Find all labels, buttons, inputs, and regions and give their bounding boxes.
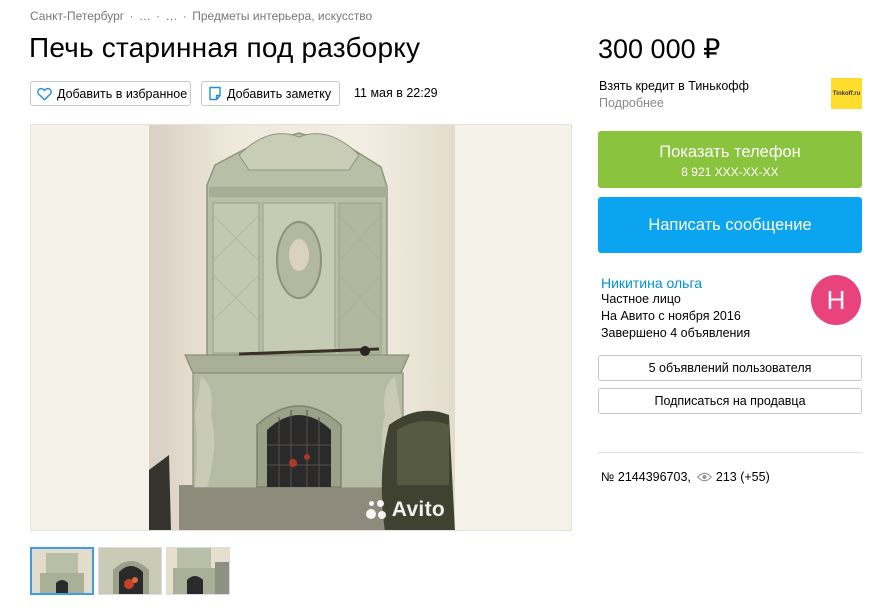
views-count: 213 (+55): [715, 470, 770, 484]
show-phone-label: Показать телефон: [659, 143, 801, 161]
breadcrumb-separator: ·: [156, 9, 161, 23]
thumbnail-3[interactable]: [166, 547, 230, 595]
seller-info: Частное лицо На Авито с ноября 2016 Заве…: [601, 291, 750, 342]
watermark: Avito: [365, 498, 445, 522]
listing-stats: № 2144396703, 213 (+55): [601, 470, 770, 484]
page-title: Печь старинная под разборку: [29, 32, 421, 63]
photo-gallery[interactable]: Avito: [30, 124, 572, 531]
breadcrumb-separator: ·: [182, 9, 187, 23]
phone-masked: 8 921 XXX-XX-XX: [681, 165, 779, 179]
credit-more-link[interactable]: Подробнее: [599, 95, 749, 112]
write-message-button[interactable]: Написать сообщение: [598, 197, 862, 253]
watermark-text: Avito: [391, 498, 445, 521]
thumbnail-1[interactable]: [30, 547, 94, 595]
breadcrumb: Санкт-Петербург · … · … · Предметы интер…: [30, 9, 372, 23]
seller-since: На Авито с ноября 2016: [601, 309, 741, 323]
thumbnail-1-image: [32, 549, 92, 593]
breadcrumb-city[interactable]: Санкт-Петербург: [30, 9, 124, 23]
main-photo[interactable]: Avito: [149, 125, 455, 530]
listing-number: № 2144396703,: [601, 470, 691, 484]
thumbnail-3-image: [167, 548, 229, 594]
avito-logo-icon: [365, 499, 387, 521]
note-icon: [209, 86, 221, 101]
seller-type: Частное лицо: [601, 292, 681, 306]
user-ads-button[interactable]: 5 объявлений пользователя: [598, 355, 862, 381]
add-to-favorites-label: Добавить в избранное: [57, 86, 188, 101]
seller-completed: Завершено 4 объявления: [601, 326, 751, 340]
breadcrumb-separator: ·: [129, 9, 134, 23]
add-note-button[interactable]: Добавить заметку: [201, 81, 340, 106]
thumbnail-2[interactable]: [98, 547, 162, 595]
post-date: 11 мая в 22:29: [354, 86, 438, 100]
credit-label[interactable]: Взять кредит в Тинькофф: [599, 79, 749, 93]
credit-offer: Взять кредит в Тинькофф Подробнее: [599, 78, 749, 112]
subscribe-seller-button[interactable]: Подписаться на продавца: [598, 388, 862, 414]
eye-icon: [696, 472, 712, 482]
thumbnail-strip: [30, 547, 230, 595]
show-phone-button[interactable]: Показать телефон 8 921 XXX-XX-XX: [598, 131, 862, 188]
price: 300 000 ₽: [598, 34, 721, 64]
stove-illustration: [149, 132, 455, 530]
breadcrumb-category[interactable]: Предметы интерьера, искусство: [192, 9, 372, 23]
breadcrumb-level-2[interactable]: …: [139, 9, 151, 23]
breadcrumb-level-3[interactable]: …: [166, 9, 178, 23]
add-to-favorites-button[interactable]: Добавить в избранное: [30, 81, 191, 106]
avatar[interactable]: Н: [811, 275, 861, 325]
divider: [598, 452, 862, 453]
seller-name-link[interactable]: Никитина ольга: [601, 275, 702, 291]
tinkoff-logo[interactable]: Tinkoff.ru: [831, 78, 862, 109]
thumbnail-2-image: [99, 548, 161, 594]
heart-icon: [37, 87, 52, 101]
add-note-label: Добавить заметку: [227, 86, 332, 101]
